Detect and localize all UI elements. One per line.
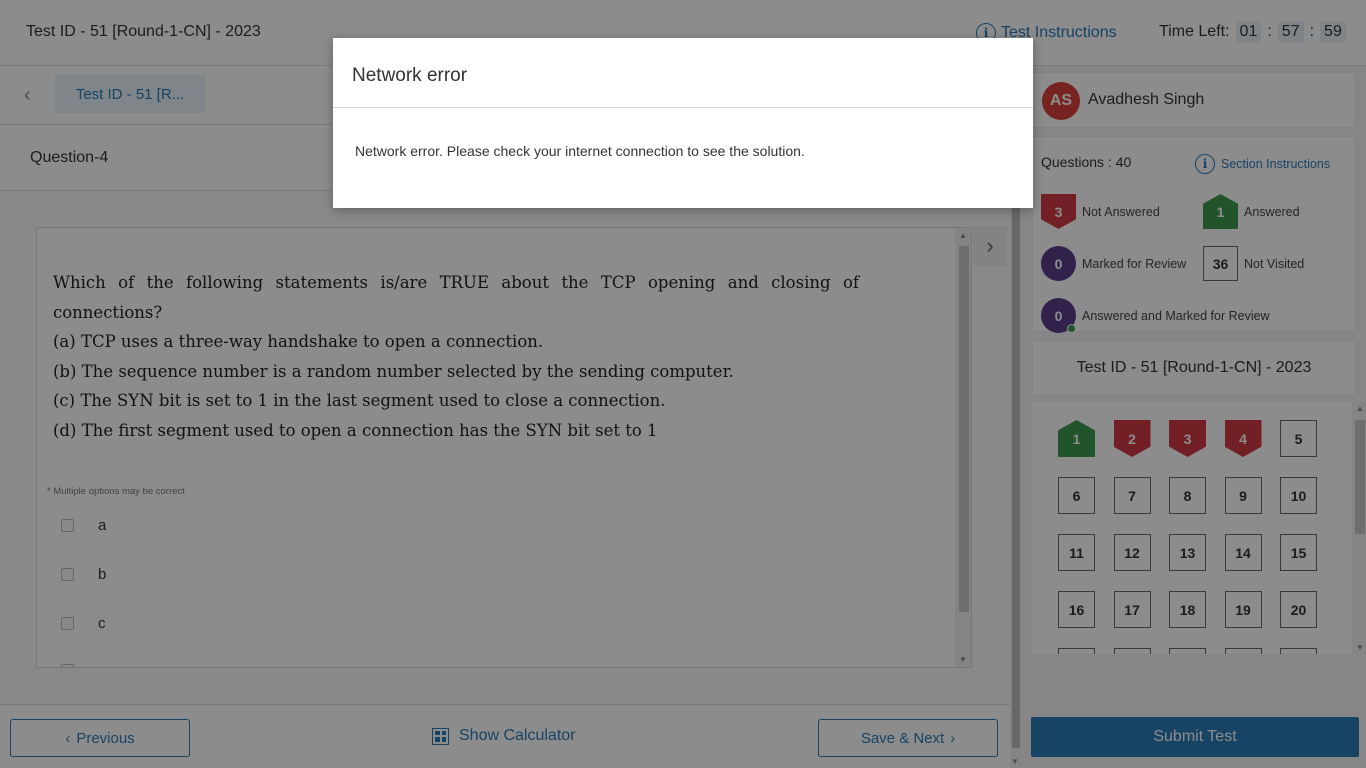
dialog-title: Network error (352, 65, 468, 86)
network-error-dialog: Network error Network error. Please chec… (333, 38, 1033, 208)
dialog-message: Network error. Please check your interne… (355, 143, 805, 159)
dialog-divider (333, 107, 1033, 108)
